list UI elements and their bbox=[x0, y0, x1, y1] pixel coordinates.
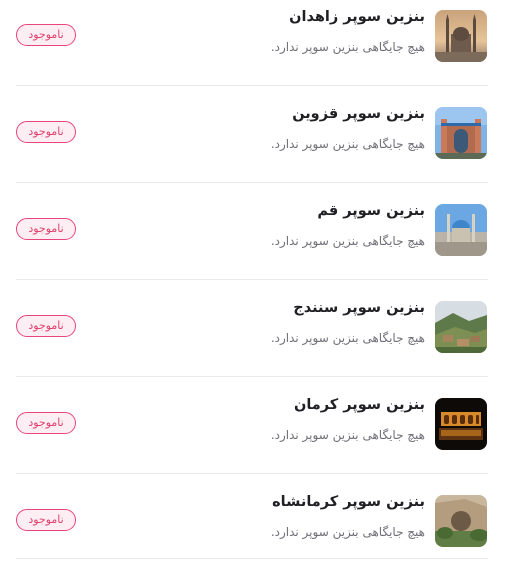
item-title: بنزین سوپر سنندج bbox=[293, 300, 425, 316]
city-thumbnail bbox=[435, 204, 487, 256]
city-thumbnail bbox=[435, 398, 487, 450]
list-item[interactable]: بنزین سوپر زاهدان هیچ جایگاهی بنزین سوپر… bbox=[0, 0, 505, 97]
item-subtitle: هیچ جایگاهی بنزین سوپر ندارد. bbox=[270, 234, 425, 248]
status-badge: ناموجود bbox=[16, 412, 76, 434]
list-item[interactable]: بنزین سوپر سنندج هیچ جایگاهی بنزین سوپر … bbox=[0, 291, 505, 388]
item-subtitle: هیچ جایگاهی بنزین سوپر ندارد. bbox=[270, 428, 425, 442]
list-item[interactable]: بنزین سوپر کرمان هیچ جایگاهی بنزین سوپر … bbox=[0, 388, 505, 485]
city-thumbnail bbox=[435, 301, 487, 353]
status-badge: ناموجود bbox=[16, 509, 76, 531]
item-subtitle: هیچ جایگاهی بنزین سوپر ندارد. bbox=[270, 525, 425, 539]
city-thumbnail bbox=[435, 495, 487, 547]
item-subtitle: هیچ جایگاهی بنزین سوپر ندارد. bbox=[270, 137, 425, 151]
item-title: بنزین سوپر زاهدان bbox=[289, 9, 425, 25]
status-badge: ناموجود bbox=[16, 315, 76, 337]
item-title: بنزین سوپر قم bbox=[317, 203, 425, 219]
divider bbox=[16, 558, 488, 559]
divider bbox=[16, 376, 488, 377]
status-badge: ناموجود bbox=[16, 218, 76, 240]
item-subtitle: هیچ جایگاهی بنزین سوپر ندارد. bbox=[270, 331, 425, 345]
list-item[interactable]: بنزین سوپر کرمانشاه هیچ جایگاهی بنزین سو… bbox=[0, 485, 505, 582]
status-badge: ناموجود bbox=[16, 121, 76, 143]
divider bbox=[16, 279, 488, 280]
list-item[interactable]: بنزین سوپر قم هیچ جایگاهی بنزین سوپر ندا… bbox=[0, 194, 505, 291]
list-item[interactable]: بنزین سوپر قزوین هیچ جایگاهی بنزین سوپر … bbox=[0, 97, 505, 194]
item-title: بنزین سوپر کرمان bbox=[293, 397, 425, 413]
divider bbox=[16, 473, 488, 474]
divider bbox=[16, 85, 488, 86]
item-title: بنزین سوپر کرمانشاه bbox=[272, 494, 425, 510]
city-thumbnail bbox=[435, 107, 487, 159]
status-badge: ناموجود bbox=[16, 24, 76, 46]
item-subtitle: هیچ جایگاهی بنزین سوپر ندارد. bbox=[270, 40, 425, 54]
fuel-availability-list: بنزین سوپر زاهدان هیچ جایگاهی بنزین سوپر… bbox=[0, 0, 505, 561]
item-title: بنزین سوپر قزوین bbox=[292, 106, 425, 122]
city-thumbnail bbox=[435, 10, 487, 62]
divider bbox=[16, 182, 488, 183]
